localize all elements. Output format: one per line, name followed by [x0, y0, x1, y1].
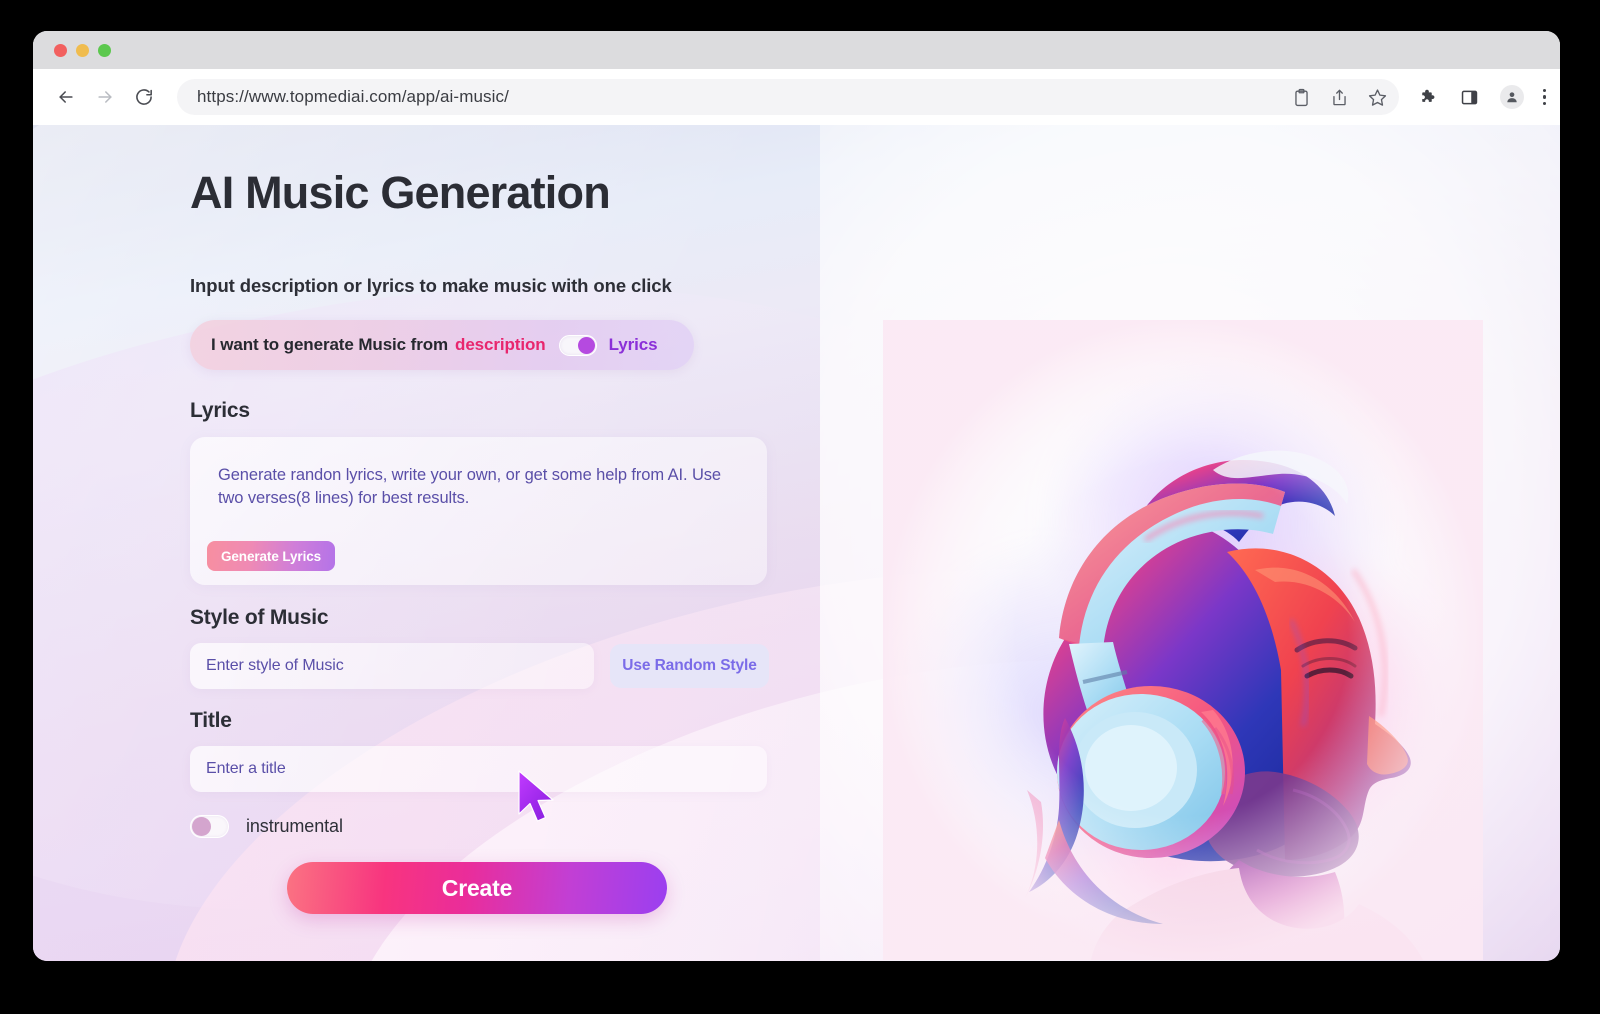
close-window-button[interactable] [54, 43, 67, 57]
reload-icon [136, 89, 152, 105]
instrumental-toggle[interactable] [190, 815, 229, 838]
generation-mode-pill[interactable]: I want to generate Music from descriptio… [190, 320, 694, 370]
window-titlebar [33, 31, 1560, 69]
toolbar-actions [1412, 85, 1546, 109]
browser-toolbar: https://www.topmediai.com/app/ai-music/ [33, 69, 1560, 125]
mode-option-lyrics[interactable]: Lyrics [609, 335, 658, 355]
profile-avatar-icon[interactable] [1499, 85, 1524, 109]
mode-toggle-switch[interactable] [558, 334, 597, 356]
headphones-portrait-image [883, 320, 1483, 960]
instrumental-toggle-knob [192, 817, 211, 836]
page-content: AI Music Generation Input description or… [33, 125, 1560, 961]
lyrics-section-label: Lyrics [190, 399, 250, 422]
back-arrow-icon [59, 91, 73, 103]
side-panel-icon[interactable] [1459, 86, 1481, 108]
instrumental-row: instrumental [190, 815, 830, 838]
mode-option-description[interactable]: description [455, 335, 546, 355]
page-title: AI Music Generation [190, 167, 611, 218]
bookmark-star-icon[interactable] [1367, 86, 1389, 108]
browser-window: https://www.topmediai.com/app/ai-music/ [33, 31, 1560, 961]
address-bar[interactable]: https://www.topmediai.com/app/ai-music/ [177, 79, 1399, 115]
lyrics-placeholder-text: Generate randon lyrics, write your own, … [218, 466, 721, 508]
page-subtitle: Input description or lyrics to make musi… [190, 275, 672, 296]
style-section-label: Style of Music [190, 606, 329, 629]
forward-button[interactable] [88, 80, 122, 114]
maximize-window-button[interactable] [98, 43, 111, 57]
style-input[interactable] [190, 643, 594, 689]
forward-arrow-icon [98, 91, 112, 103]
title-row [190, 746, 830, 792]
ai-music-form: AI Music Generation Input description or… [190, 125, 830, 914]
mode-pill-prefix: I want to generate Music from [211, 335, 449, 354]
instrumental-label: instrumental [246, 816, 343, 836]
clipboard-icon[interactable] [1291, 86, 1313, 108]
reload-button[interactable] [127, 80, 161, 114]
create-button[interactable]: Create [287, 862, 667, 914]
url-text: https://www.topmediai.com/app/ai-music/ [197, 87, 509, 106]
extensions-puzzle-icon[interactable] [1418, 86, 1440, 108]
style-row: Use Random Style [190, 643, 830, 689]
generate-lyrics-button[interactable]: Generate Lyrics [207, 541, 336, 571]
title-section-label: Title [190, 709, 232, 732]
share-icon[interactable] [1329, 86, 1351, 108]
omnibox-actions [1291, 86, 1389, 108]
lyrics-textarea[interactable]: Generate randon lyrics, write your own, … [190, 437, 767, 585]
kebab-menu-icon[interactable] [1542, 88, 1546, 106]
hero-illustration [883, 320, 1483, 960]
title-input[interactable] [190, 746, 767, 792]
minimize-window-button[interactable] [76, 43, 89, 57]
mode-toggle-knob [577, 336, 595, 354]
back-button[interactable] [49, 80, 83, 114]
use-random-style-button[interactable]: Use Random Style [610, 644, 769, 688]
